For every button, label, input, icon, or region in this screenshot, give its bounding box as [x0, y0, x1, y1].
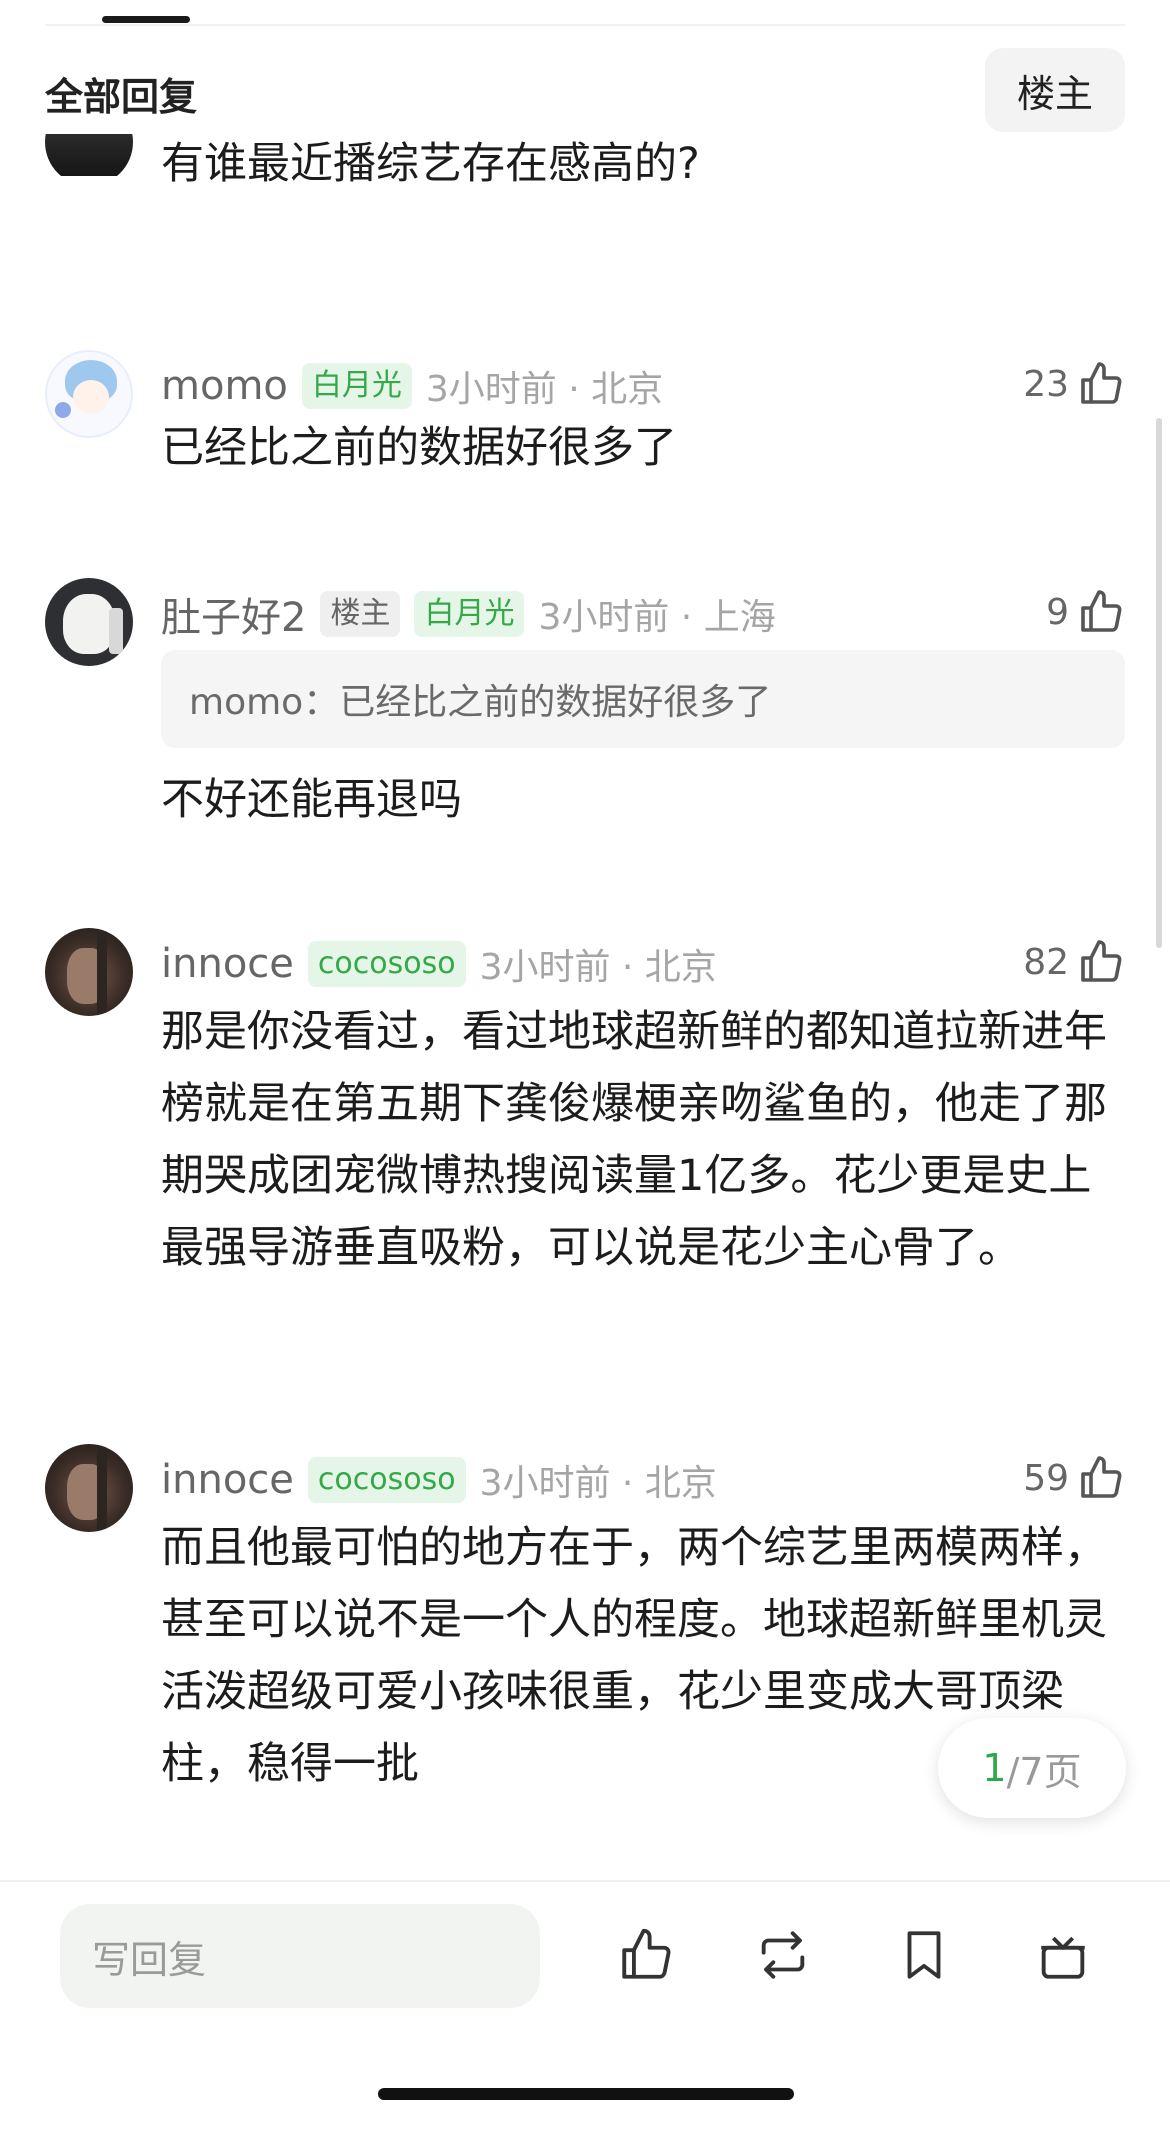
comment-text: 那是你没看过，看过地球超新鲜的都知道拉新进年榜就是在第五期下龚俊爆梗亲吻鲨鱼的，…: [161, 1007, 1107, 1273]
time-location: 3小时前 · 上海: [538, 597, 776, 638]
avatar[interactable]: [45, 1444, 133, 1532]
top-tab-indicator: [102, 16, 190, 23]
time-location: 3小时前 · 北京: [479, 947, 717, 988]
like-count: 23: [1023, 363, 1069, 405]
time-location: 3小时前 · 北京: [425, 369, 664, 410]
comment-meta-row: innoce cocososo 3小时前 · 北京: [161, 936, 717, 992]
gift-button[interactable]: [1032, 1924, 1094, 1986]
scrollbar[interactable]: [1156, 418, 1162, 948]
username[interactable]: 肚子好2: [161, 585, 306, 643]
comment-text: 有谁最近播综艺存在感高的?: [161, 139, 700, 189]
gift-icon: [1041, 1936, 1085, 1979]
comment-text: 不好还能再退吗: [161, 775, 462, 825]
like-count: 9: [1046, 591, 1069, 633]
reply-input[interactable]: 写回复: [60, 1904, 540, 2008]
thumbs-up-icon: [1081, 940, 1122, 982]
avatar[interactable]: [45, 134, 133, 176]
bookmark-button[interactable]: [893, 1924, 955, 1986]
avatar[interactable]: [45, 578, 133, 666]
op-only-filter-button[interactable]: 楼主: [985, 48, 1125, 132]
comment-meta-row: momo 白月光 3小时前 · 北京: [161, 358, 663, 414]
fan-badge: cocososo: [307, 941, 466, 987]
page-title: 全部回复: [45, 75, 198, 119]
time-location: 3小时前 · 北京: [479, 1463, 717, 1504]
like-button[interactable]: 59: [1023, 1450, 1125, 1506]
avatar[interactable]: [45, 350, 133, 438]
comment-meta-row: 肚子好2 楼主 白月光 3小时前 · 上海: [161, 586, 776, 642]
repost-icon: [761, 1931, 805, 1979]
username[interactable]: momo: [161, 363, 288, 409]
username[interactable]: innoce: [161, 1457, 294, 1503]
home-indicator: [378, 2088, 794, 2100]
thumbs-up-icon: [622, 1928, 671, 1979]
comment-text: 已经比之前的数据好很多了: [161, 423, 677, 473]
bookmark-icon: [907, 1931, 941, 1979]
like-button[interactable]: 9: [1046, 584, 1125, 640]
repost-button[interactable]: [752, 1924, 814, 1986]
top-divider: [45, 24, 1125, 26]
total-pages: /7页: [1006, 1749, 1082, 1794]
quoted-reply[interactable]: momo：已经比之前的数据好很多了: [161, 650, 1125, 748]
thumbs-up-icon: [1081, 1456, 1122, 1498]
fan-badge: 白月光: [301, 363, 412, 409]
thumbs-up-icon: [1081, 362, 1122, 404]
username[interactable]: innoce: [161, 941, 294, 987]
fan-badge: 白月光: [414, 591, 525, 637]
current-page: 1: [982, 1746, 1007, 1790]
avatar[interactable]: [45, 928, 133, 1016]
thumbs-up-icon: [1081, 590, 1122, 632]
like-button[interactable]: 23: [1023, 356, 1125, 412]
page-indicator[interactable]: 1/7页: [938, 1718, 1126, 1818]
like-count: 82: [1023, 941, 1069, 983]
like-post-button[interactable]: [615, 1924, 677, 1986]
op-badge: 楼主: [320, 591, 401, 637]
fan-badge: cocososo: [307, 1457, 466, 1503]
like-count: 59: [1023, 1457, 1069, 1499]
like-button[interactable]: 82: [1023, 934, 1125, 990]
comment-meta-row: innoce cocososo 3小时前 · 北京: [161, 1452, 717, 1508]
